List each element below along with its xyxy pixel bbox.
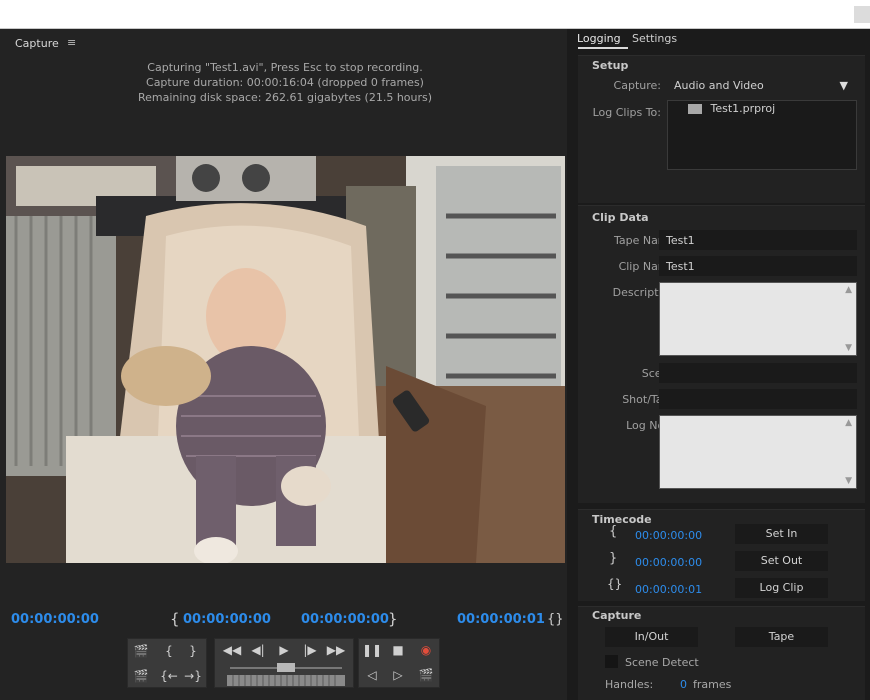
capture-select-value: Audio and Video — [674, 79, 764, 92]
project-item[interactable]: Test1.prproj — [688, 101, 775, 117]
scene-detect-checkbox[interactable] — [605, 655, 618, 668]
clip-data-title: Clip Data — [592, 211, 649, 224]
scene-input[interactable] — [659, 363, 857, 383]
capture-status: Capturing "Test1.avi", Press Esc to stop… — [0, 60, 570, 105]
log-note-textarea[interactable]: ▲ ▼ — [659, 415, 857, 489]
chevron-down-icon: ▼ — [839, 79, 848, 92]
record-in-icon[interactable]: 🎬 — [130, 641, 152, 661]
clip-icon[interactable]: 🎬 — [130, 666, 152, 686]
capture-title: Capture — [592, 609, 642, 622]
log-clip-button[interactable]: Log Clip — [735, 578, 828, 598]
out-point-icon: } — [609, 551, 618, 566]
jog-wheel[interactable] — [227, 675, 345, 686]
status-line-disk-space: Remaining disk space: 262.61 gigabytes (… — [137, 91, 433, 104]
timecode-title: Timecode — [592, 513, 652, 526]
clip-data-section: Clip Data Tape Name: Test1 Clip Name: Te… — [578, 205, 865, 503]
scene-detect-label: Scene Detect — [625, 656, 699, 669]
capture-section: Capture In/Out Tape Scene Detect Handles… — [578, 606, 865, 700]
mark-out-button[interactable]: } — [182, 641, 204, 661]
video-frame-image — [6, 156, 565, 563]
shuttle-slider[interactable] — [230, 663, 342, 673]
status-line-duration: Capture duration: 00:00:16:04 (dropped 0… — [146, 76, 424, 89]
slow-reverse-button[interactable]: ◁ — [361, 665, 383, 685]
app-top-bar — [0, 0, 870, 29]
go-to-in-button[interactable]: {← — [158, 666, 180, 686]
in-point-timecode[interactable]: 00:00:00:00 — [183, 612, 271, 627]
in-out-duration-icon: {} — [547, 612, 564, 627]
set-in-button[interactable]: Set In — [735, 524, 828, 544]
out-point-timecode[interactable]: 00:00:00:00 — [301, 612, 389, 627]
tape-name-input[interactable]: Test1 — [659, 230, 857, 250]
slow-play-button[interactable]: ▷ — [387, 665, 409, 685]
tab-settings[interactable]: Settings — [632, 32, 677, 45]
timecode-duration-value[interactable]: 00:00:00:01 — [635, 583, 702, 596]
description-textarea[interactable]: ▲ ▼ — [659, 282, 857, 356]
mark-in-button[interactable]: { — [158, 641, 180, 661]
tab-logging[interactable]: Logging — [577, 32, 621, 45]
pause-button[interactable]: ❚❚ — [361, 640, 383, 660]
scroll-up-icon[interactable]: ▲ — [845, 285, 852, 295]
step-back-button[interactable]: ◀| — [247, 640, 269, 660]
record-button[interactable]: ◉ — [415, 640, 437, 660]
handles-unit: frames — [693, 678, 732, 691]
log-clips-to-list[interactable]: Test1.prproj — [667, 100, 857, 170]
capture-select[interactable]: Audio and Video ▼ — [667, 75, 855, 97]
stop-button[interactable]: ■ — [387, 640, 409, 660]
handles-label: Handles: — [605, 678, 654, 691]
record-controls: ❚❚ ■ ◉ ◁ ▷ 🎬 — [358, 638, 440, 688]
duration-icon: {} — [607, 577, 623, 591]
window-control[interactable] — [854, 6, 870, 23]
scene-detect-icon[interactable]: 🎬 — [415, 665, 437, 685]
video-preview — [6, 156, 565, 563]
panel-title[interactable]: Capture — [15, 37, 59, 50]
set-out-button[interactable]: Set Out — [735, 551, 828, 571]
setup-section: Setup Capture: Audio and Video ▼ Log Cli… — [578, 55, 865, 203]
project-name: Test1.prproj — [710, 102, 776, 115]
active-tab-indicator — [578, 47, 628, 49]
timecode-out-value[interactable]: 00:00:00:00 — [635, 556, 702, 569]
step-forward-button[interactable]: |▶ — [299, 640, 321, 660]
out-point-icon: } — [388, 610, 398, 628]
timecode-section: Timecode { 00:00:00:00 Set In } 00:00:00… — [578, 509, 865, 601]
current-timecode[interactable]: 00:00:00:00 — [11, 612, 99, 627]
duration-timecode[interactable]: 00:00:00:01 — [457, 612, 545, 627]
folder-icon — [688, 104, 702, 114]
tape-button[interactable]: Tape — [735, 627, 828, 647]
marker-controls: 🎬 { } 🎬 {← →} — [127, 638, 207, 688]
capture-label: Capture: — [613, 79, 661, 92]
clip-name-input[interactable]: Test1 — [659, 256, 857, 276]
panel-tabs: Logging Settings — [572, 29, 870, 49]
handles-value[interactable]: 0 — [680, 678, 687, 691]
shot-take-input[interactable] — [659, 389, 857, 409]
scroll-down-icon[interactable]: ▼ — [845, 476, 852, 486]
scroll-up-icon[interactable]: ▲ — [845, 418, 852, 428]
in-out-button[interactable]: In/Out — [605, 627, 698, 647]
scroll-down-icon[interactable]: ▼ — [845, 343, 852, 353]
log-clips-label: Log Clips To: — [592, 106, 661, 119]
playback-controls: ◀◀ ◀| ▶ |▶ ▶▶ — [214, 638, 354, 688]
in-point-icon: { — [170, 610, 180, 628]
hamburger-icon[interactable]: ≡ — [67, 36, 76, 49]
go-to-out-button[interactable]: →} — [182, 666, 204, 686]
in-point-icon: { — [609, 524, 618, 539]
setup-title: Setup — [592, 59, 629, 72]
play-button[interactable]: ▶ — [273, 640, 295, 660]
rewind-button[interactable]: ◀◀ — [221, 640, 243, 660]
timecode-in-value[interactable]: 00:00:00:00 — [635, 529, 702, 542]
logging-panel: Logging Settings Setup Capture: Audio an… — [567, 29, 870, 700]
status-line-recording: Capturing "Test1.avi", Press Esc to stop… — [147, 61, 423, 74]
fast-forward-button[interactable]: ▶▶ — [325, 640, 347, 660]
